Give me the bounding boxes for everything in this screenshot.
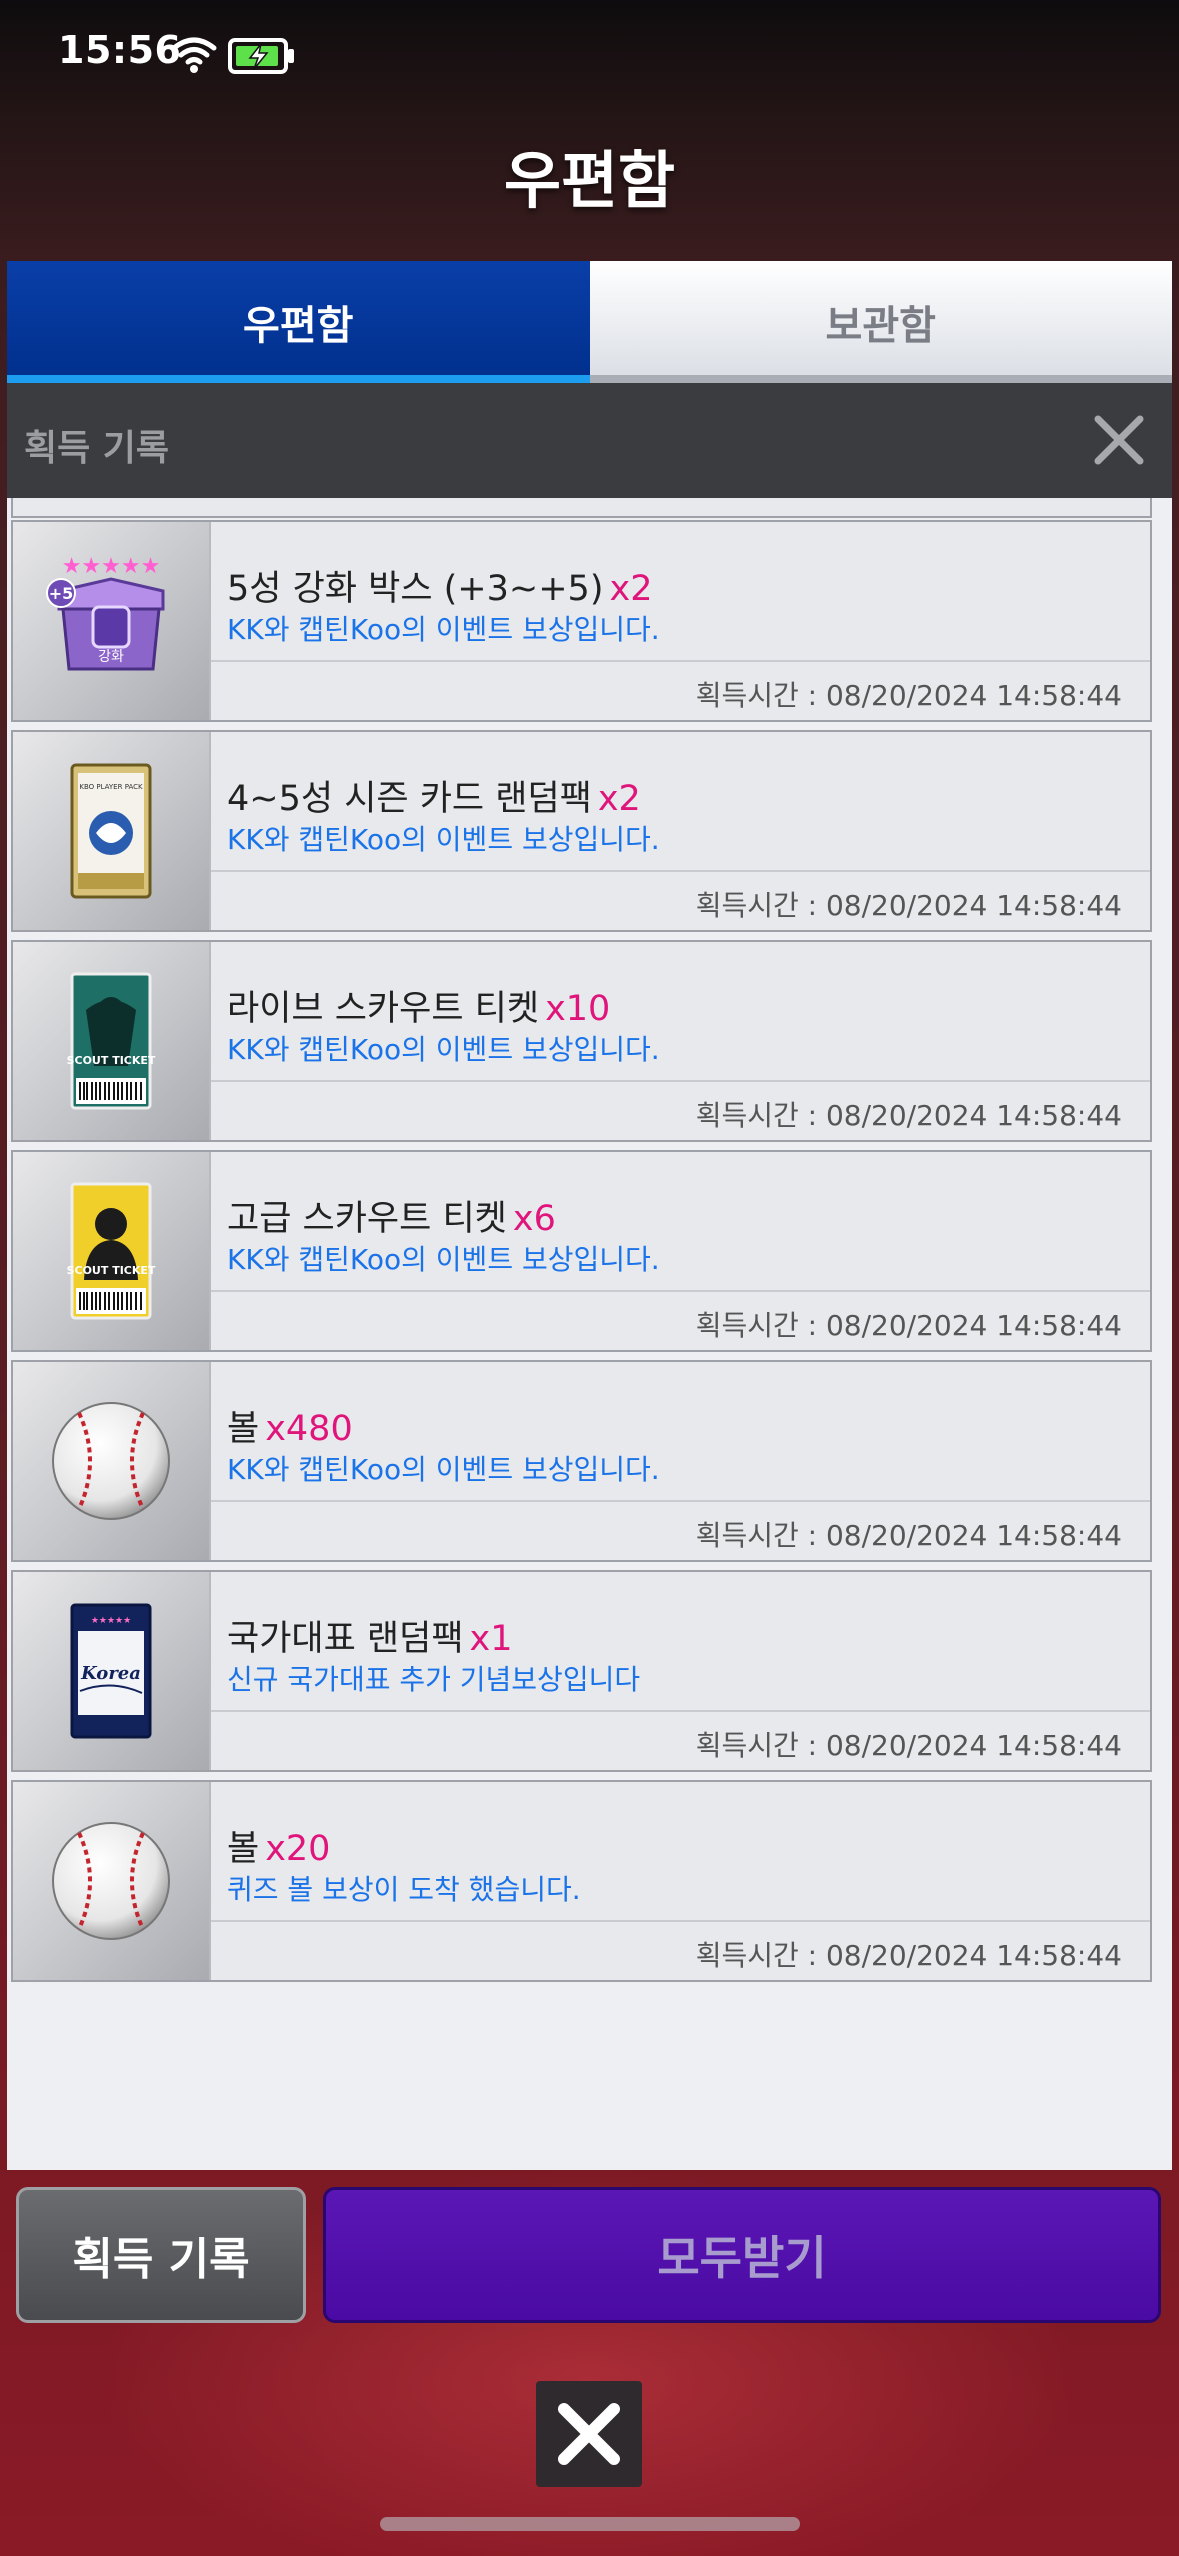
svg-text:★★★★★: ★★★★★ [62, 554, 161, 579]
item-desc: KK와 캡틴Koo의 이벤트 보상입니다. [227, 1033, 660, 1066]
svg-text:★★★★★: ★★★★★ [91, 1616, 131, 1626]
battery-icon [228, 38, 296, 78]
svg-text:강화: 강화 [98, 649, 124, 665]
list-item: 볼 x480 KK와 캡틴Koo의 이벤트 보상입니다. 획득시간 : 08/20… [11, 1360, 1152, 1562]
close-button[interactable] [536, 2381, 642, 2487]
item-time: 획득시간 : 08/20/2024 14:58:44 [695, 679, 1122, 712]
item-qty: x10 [545, 989, 611, 1029]
page-title: 우편함 [503, 144, 676, 217]
item-divider [211, 1290, 1150, 1292]
item-name: 볼 x20 [227, 1829, 331, 1869]
item-time: 획득시간 : 08/20/2024 14:58:44 [695, 1099, 1122, 1132]
baseball-icon [13, 1782, 211, 1980]
claim-all-button[interactable]: 모두받기 [323, 2187, 1161, 2323]
item-time: 획득시간 : 08/20/2024 14:58:44 [695, 1519, 1122, 1552]
national-team-pack-icon: Korea ★★★★★ [13, 1572, 211, 1770]
svg-text:SCOUT TICKET: SCOUT TICKET [67, 1054, 156, 1067]
wifi-icon [170, 36, 218, 78]
item-name: 고급 스카우트 티켓 x6 [227, 1199, 556, 1239]
item-divider [211, 1710, 1150, 1712]
item-name: 5성 강화 박스 (+3~+5) x2 [227, 569, 653, 609]
tab-bar: 우편함 보관함 [7, 261, 1172, 383]
history-button[interactable]: 획득 기록 [16, 2187, 306, 2323]
baseball-icon [13, 1362, 211, 1560]
panel-title: 획득 기록 [24, 428, 170, 469]
tab-storage[interactable]: 보관함 [589, 261, 1172, 383]
item-divider [211, 660, 1150, 662]
item-time: 획득시간 : 08/20/2024 14:58:44 [695, 889, 1122, 922]
card-pack-icon: KBO PLAYER PACK [13, 732, 211, 930]
live-scout-ticket-icon: SCOUT TICKET [13, 942, 211, 1140]
item-divider [211, 1500, 1150, 1502]
item-name: 라이브 스카우트 티켓 x10 [227, 989, 611, 1029]
item-time: 획득시간 : 08/20/2024 14:58:44 [695, 1939, 1122, 1972]
item-qty: x2 [609, 569, 653, 609]
item-qty: x480 [265, 1409, 353, 1449]
history-panel: 획득 기록 ★★★★★ +5 강화 5성 강화 박스 (+3~+5) x2 KK… [7, 383, 1172, 2170]
item-name: 국가대표 랜덤팩 x1 [227, 1619, 513, 1659]
item-desc: KK와 캡틴Koo의 이벤트 보상입니다. [227, 823, 660, 856]
list-item: KBO PLAYER PACK 4~5성 시즌 카드 랜덤팩 x2 KK와 캡틴K… [11, 730, 1152, 932]
list-item: Korea ★★★★★ 국가대표 랜덤팩 x1 신규 국가대표 추가 기념보상입니… [11, 1570, 1152, 1772]
svg-text:+5: +5 [49, 584, 74, 603]
item-name: 4~5성 시즌 카드 랜덤팩 x2 [227, 779, 641, 819]
item-desc: KK와 캡틴Koo의 이벤트 보상입니다. [227, 613, 660, 646]
list-item: 볼 x20 퀴즈 볼 보상이 도착 했습니다. 획득시간 : 08/20/2024… [11, 1780, 1152, 1982]
home-indicator[interactable] [380, 2517, 800, 2531]
svg-text:Korea: Korea [80, 1663, 141, 1684]
item-divider [211, 1080, 1150, 1082]
list-item: SCOUT TICKET 라이브 스카우트 티켓 x10 KK와 캡틴Koo의 이… [11, 940, 1152, 1142]
item-qty: x1 [469, 1619, 513, 1659]
list-item: ★★★★★ +5 강화 5성 강화 박스 (+3~+5) x2 KK와 캡틴Koo… [11, 520, 1152, 722]
list-item-partial [11, 498, 1152, 518]
item-qty: x2 [597, 779, 641, 819]
item-desc: 퀴즈 볼 보상이 도착 했습니다. [227, 1873, 581, 1906]
reward-list[interactable]: ★★★★★ +5 강화 5성 강화 박스 (+3~+5) x2 KK와 캡틴Koo… [7, 498, 1172, 2170]
item-desc: KK와 캡틴Koo의 이벤트 보상입니다. [227, 1243, 660, 1276]
list-item: SCOUT TICKET 고급 스카우트 티켓 x6 KK와 캡틴Koo의 이벤트… [11, 1150, 1152, 1352]
svg-text:SCOUT TICKET: SCOUT TICKET [67, 1264, 156, 1277]
item-time: 획득시간 : 08/20/2024 14:58:44 [695, 1729, 1122, 1762]
close-icon [558, 2403, 620, 2465]
tab-mailbox[interactable]: 우편함 [7, 261, 590, 383]
status-bar: 15:56 [0, 0, 1179, 110]
item-qty: x20 [265, 1829, 331, 1869]
item-time: 획득시간 : 08/20/2024 14:58:44 [695, 1309, 1122, 1342]
svg-text:KBO PLAYER PACK: KBO PLAYER PACK [79, 783, 143, 791]
item-divider [211, 1920, 1150, 1922]
premium-scout-ticket-icon: SCOUT TICKET [13, 1152, 211, 1350]
item-name: 볼 x480 [227, 1409, 353, 1449]
upgrade-box-icon: ★★★★★ +5 강화 [13, 522, 211, 720]
item-qty: x6 [512, 1199, 556, 1239]
panel-header: 획득 기록 [7, 383, 1172, 498]
item-divider [211, 870, 1150, 872]
panel-close-icon[interactable] [1092, 413, 1146, 467]
item-desc: KK와 캡틴Koo의 이벤트 보상입니다. [227, 1453, 660, 1486]
status-time: 15:56 [58, 28, 182, 72]
item-desc: 신규 국가대표 추가 기념보상입니다 [227, 1663, 641, 1696]
